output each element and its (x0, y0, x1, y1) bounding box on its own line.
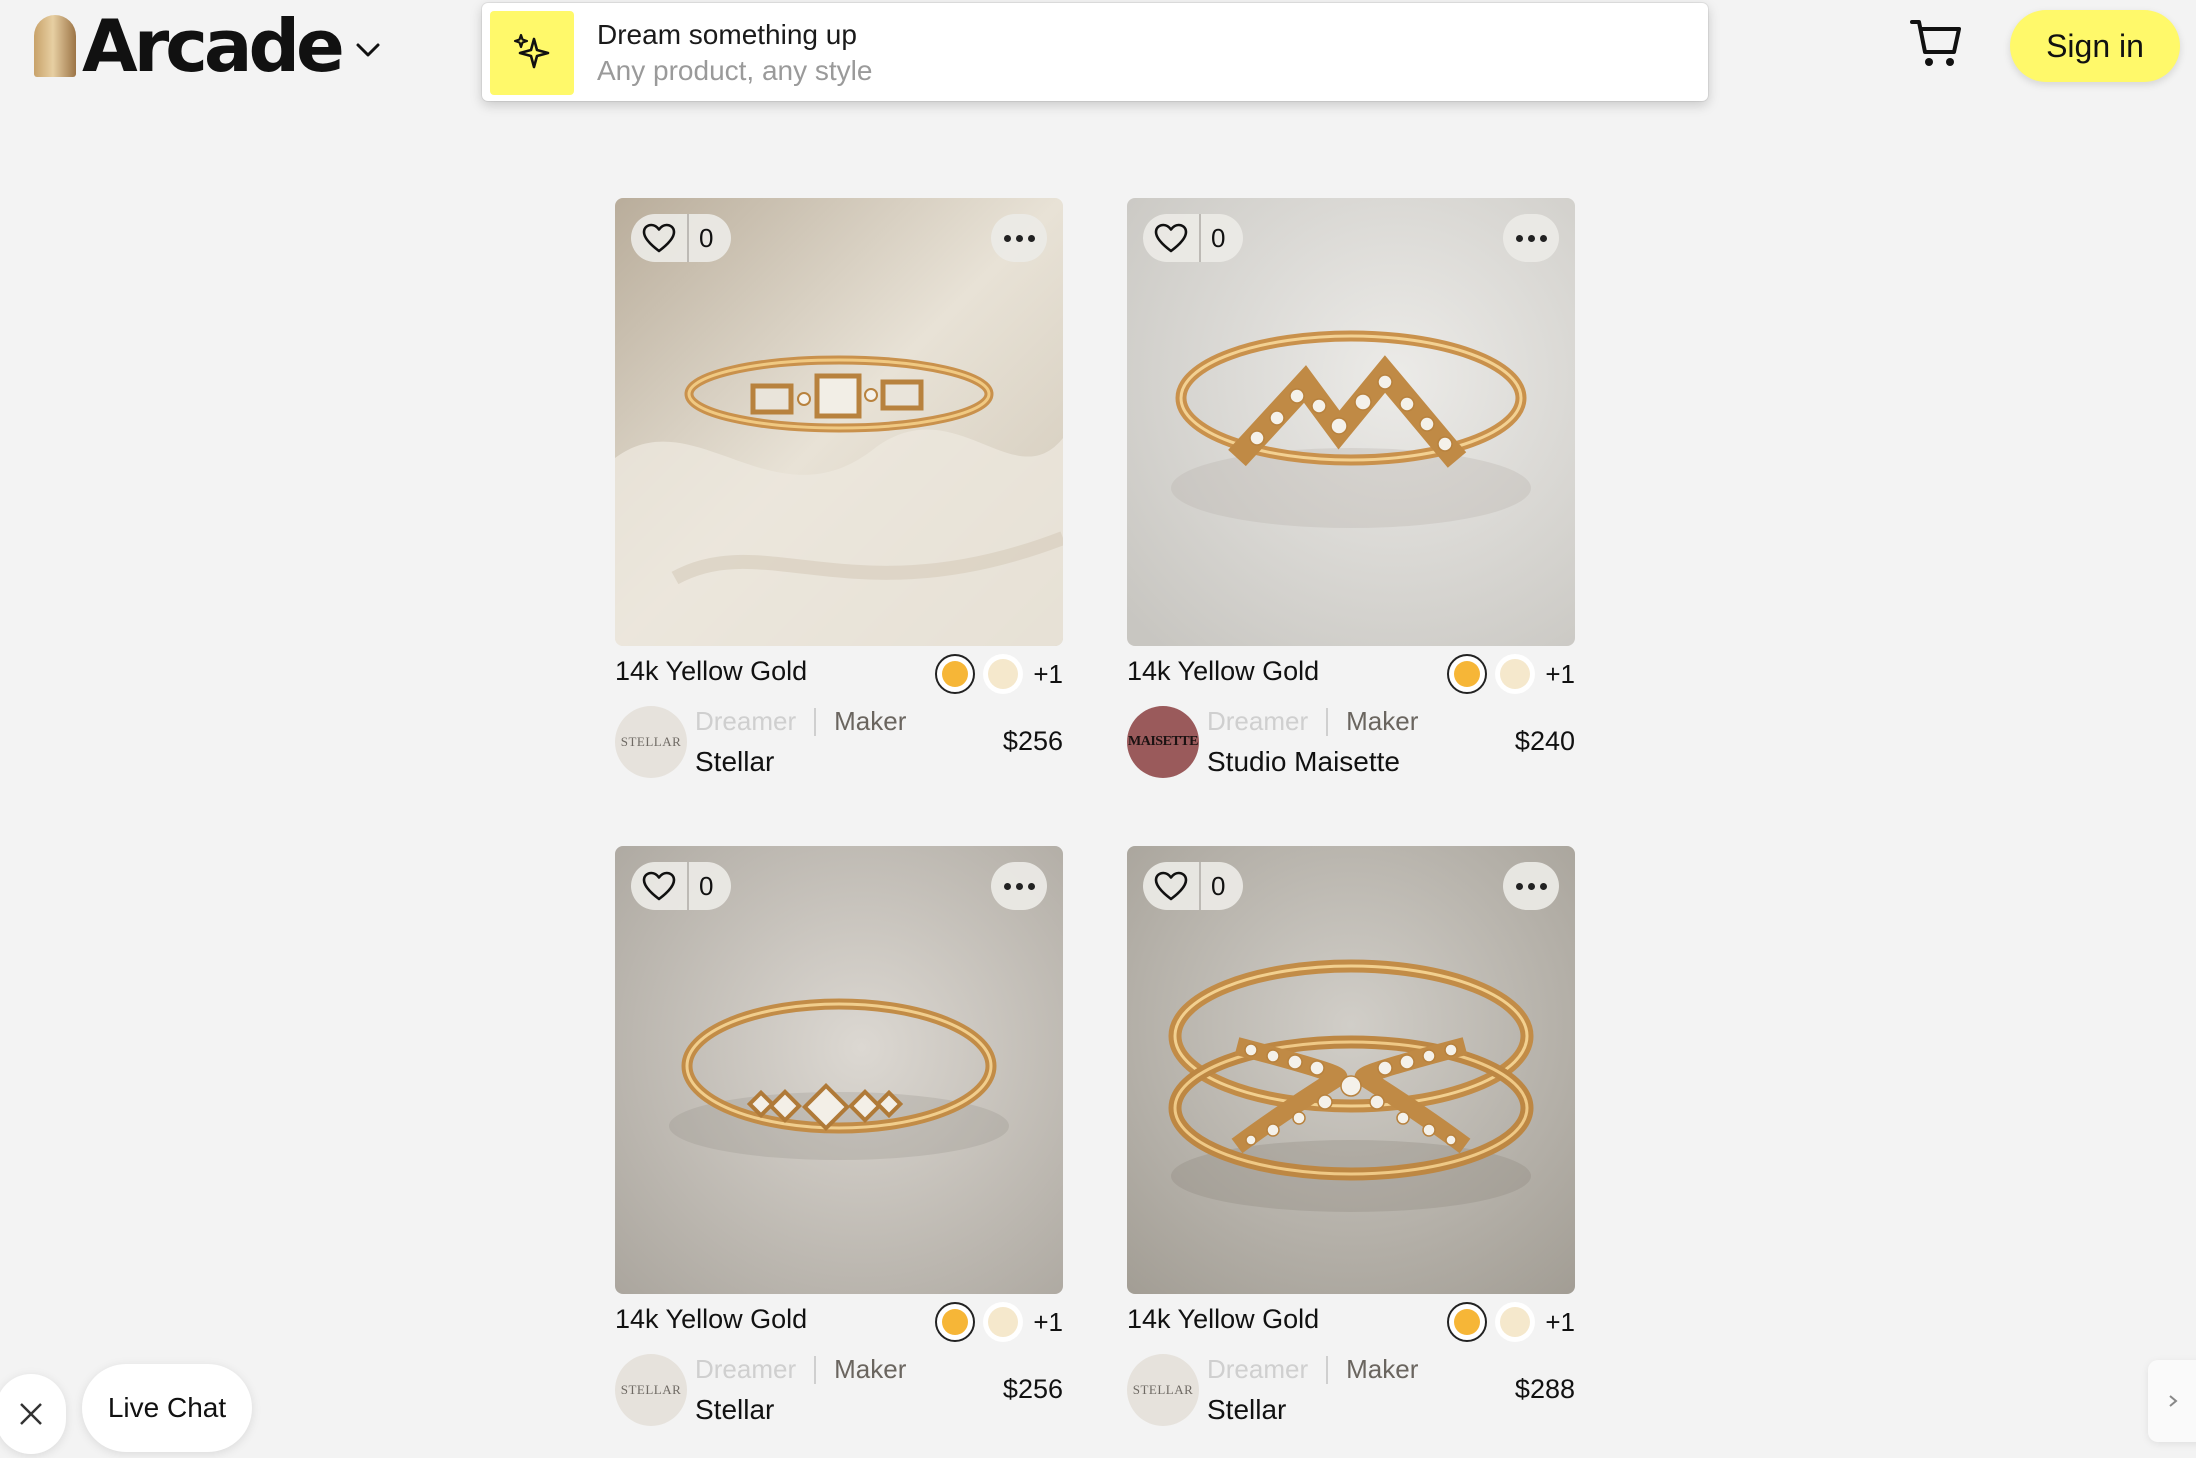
maker-avatar[interactable]: STELLAR (1127, 1354, 1199, 1426)
swatch-cream[interactable] (1495, 1302, 1536, 1342)
dot-icon (1527, 882, 1535, 890)
search-title: Dream something up (597, 19, 857, 50)
dot-icon (1027, 882, 1035, 890)
dot-icon (1515, 882, 1523, 890)
swatch-yellow-gold[interactable] (935, 1302, 976, 1342)
product-price: $256 (1002, 1374, 1063, 1404)
role-labels: Dreamer Maker (695, 706, 906, 737)
sparkle-icon (490, 11, 574, 95)
swatch-yellow-gold[interactable] (1447, 654, 1488, 694)
product-image[interactable] (1127, 198, 1575, 646)
like-button[interactable]: 0 (631, 862, 731, 910)
role-labels: Dreamer Maker (1207, 1354, 1418, 1385)
more-colors-count[interactable]: +1 (1033, 1307, 1063, 1338)
dot-icon (1539, 234, 1547, 242)
more-options-button[interactable] (991, 862, 1047, 910)
more-colors-count[interactable]: +1 (1545, 659, 1575, 690)
product-title[interactable]: 14k Yellow Gold (615, 1304, 807, 1335)
swatch-cream[interactable] (1495, 654, 1536, 694)
swatch-cream[interactable] (983, 1302, 1024, 1342)
maker-name[interactable]: Stellar (695, 746, 774, 778)
role-maker: Maker (1346, 706, 1419, 736)
close-icon (20, 1403, 42, 1425)
live-chat-button[interactable]: Live Chat (82, 1364, 252, 1452)
role-dreamer: Dreamer (1207, 706, 1309, 736)
role-maker: Maker (834, 1354, 907, 1384)
like-count: 0 (699, 870, 714, 901)
dot-icon (1015, 234, 1023, 242)
role-labels: Dreamer Maker (695, 1354, 906, 1385)
swatch-yellow-gold[interactable] (935, 654, 976, 694)
swatch-cream[interactable] (983, 654, 1024, 694)
top-bar: Arcade Dream something up Any product, a… (0, 0, 2196, 110)
like-count: 0 (1211, 222, 1226, 253)
heart-icon[interactable] (1143, 214, 1201, 262)
role-maker: Maker (834, 706, 907, 736)
chevron-down-icon[interactable] (355, 41, 381, 59)
color-swatches: +1 (1439, 1302, 1575, 1342)
role-maker: Maker (1346, 1354, 1419, 1384)
product-image[interactable] (1127, 846, 1575, 1294)
dot-icon (1003, 882, 1011, 890)
color-swatches: +1 (927, 654, 1063, 694)
like-button[interactable]: 0 (631, 214, 731, 262)
like-button[interactable]: 0 (1143, 214, 1243, 262)
heart-icon[interactable] (1143, 862, 1201, 910)
maker-avatar[interactable]: STELLAR (615, 706, 687, 778)
product-title[interactable]: 14k Yellow Gold (1127, 1304, 1319, 1335)
expand-icon (2169, 1395, 2178, 1407)
product-price: $240 (1514, 726, 1575, 756)
color-swatches: +1 (1439, 654, 1575, 694)
brand-logo[interactable]: Arcade (34, 4, 381, 88)
dot-icon (1527, 234, 1535, 242)
search-placeholder: Any product, any style (597, 55, 873, 86)
side-widget-tab[interactable] (2148, 1360, 2196, 1442)
more-options-button[interactable] (991, 214, 1047, 262)
maker-name[interactable]: Stellar (695, 1394, 774, 1426)
like-button[interactable]: 0 (1143, 862, 1243, 910)
like-count: 0 (699, 222, 714, 253)
role-divider (814, 707, 817, 736)
product-title[interactable]: 14k Yellow Gold (615, 656, 807, 687)
cart-icon[interactable] (1908, 14, 1964, 70)
role-divider (814, 1355, 817, 1384)
maker-name[interactable]: Studio Maisette (1207, 746, 1400, 778)
product-title[interactable]: 14k Yellow Gold (1127, 656, 1319, 687)
role-dreamer: Dreamer (695, 1354, 797, 1384)
more-options-button[interactable] (1503, 214, 1559, 262)
swatch-yellow-gold[interactable] (1447, 1302, 1488, 1342)
color-swatches: +1 (927, 1302, 1063, 1342)
dot-icon (1027, 234, 1035, 242)
close-chat-button[interactable] (0, 1374, 66, 1454)
more-colors-count[interactable]: +1 (1545, 1307, 1575, 1338)
maker-avatar[interactable]: MAISETTE (1127, 706, 1199, 778)
role-dreamer: Dreamer (695, 706, 797, 736)
dot-icon (1015, 882, 1023, 890)
arch-logo-icon (34, 15, 76, 77)
more-options-button[interactable] (1503, 862, 1559, 910)
brand-name: Arcade (82, 4, 345, 88)
role-divider (1326, 1355, 1329, 1384)
dot-icon (1515, 234, 1523, 242)
product-price: $288 (1514, 1374, 1575, 1404)
maker-name[interactable]: Stellar (1207, 1394, 1286, 1426)
dot-icon (1539, 882, 1547, 890)
maker-avatar[interactable]: STELLAR (615, 1354, 687, 1426)
heart-icon[interactable] (631, 862, 689, 910)
sign-in-button[interactable]: Sign in (2010, 10, 2180, 82)
product-price: $256 (1002, 726, 1063, 756)
heart-icon[interactable] (631, 214, 689, 262)
product-image[interactable] (615, 846, 1063, 1294)
role-labels: Dreamer Maker (1207, 706, 1418, 737)
more-colors-count[interactable]: +1 (1033, 659, 1063, 690)
dot-icon (1003, 234, 1011, 242)
dream-search-box[interactable]: Dream something up Any product, any styl… (482, 3, 1708, 101)
product-image[interactable] (615, 198, 1063, 646)
like-count: 0 (1211, 870, 1226, 901)
role-divider (1326, 707, 1329, 736)
role-dreamer: Dreamer (1207, 1354, 1309, 1384)
